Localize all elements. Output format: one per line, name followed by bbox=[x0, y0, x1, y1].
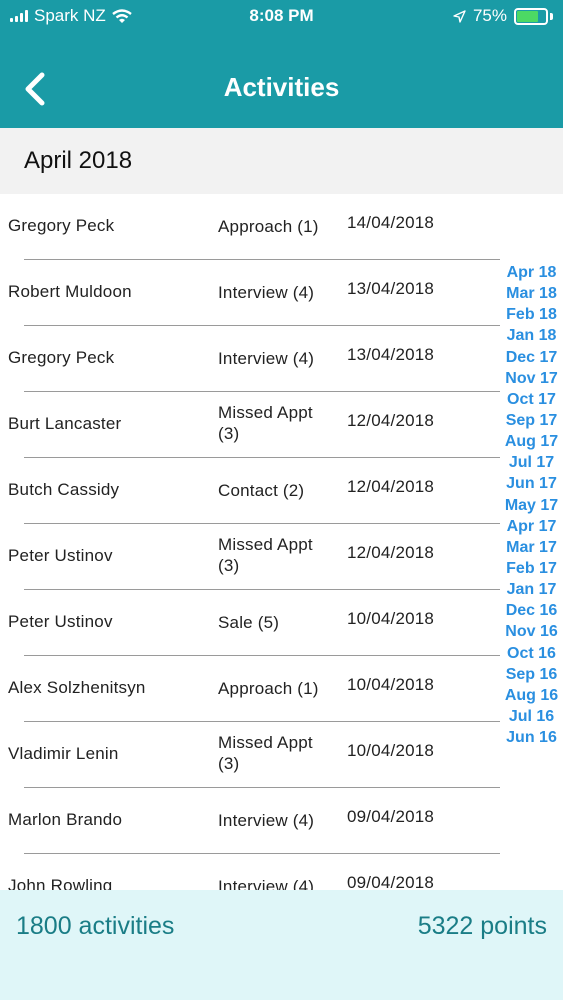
activity-row[interactable]: Gregory Peck Interview (4) 13/04/2018 bbox=[8, 326, 500, 392]
month-index-item[interactable]: Mar 17 bbox=[500, 537, 563, 558]
activity-type: Missed Appt (3) bbox=[218, 535, 313, 575]
summary-footer: 1800 activities 5322 points bbox=[0, 890, 563, 1000]
activity-row[interactable]: Vladimir Lenin Missed Appt (3) 10/04/2018 bbox=[8, 722, 500, 788]
month-index-item[interactable]: Nov 16 bbox=[500, 621, 563, 642]
month-index-item[interactable]: Jun 17 bbox=[500, 473, 563, 494]
activity-date: 13/04/2018 bbox=[347, 279, 435, 298]
month-index-item[interactable]: Aug 17 bbox=[500, 431, 563, 452]
month-index-item[interactable]: Feb 17 bbox=[500, 558, 563, 579]
activity-row[interactable]: Gregory Peck Approach (1) 14/04/2018 bbox=[8, 194, 500, 260]
activity-date: 10/04/2018 bbox=[347, 609, 435, 628]
activity-name: Burt Lancaster bbox=[8, 414, 122, 433]
month-index-item[interactable]: Oct 16 bbox=[500, 643, 563, 664]
activity-row[interactable]: Butch Cassidy Contact (2) 12/04/2018 bbox=[8, 458, 500, 524]
page-title: Activities bbox=[223, 72, 340, 102]
month-index-item[interactable]: Apr 17 bbox=[500, 516, 563, 537]
month-index-item[interactable]: Dec 16 bbox=[500, 600, 563, 621]
month-index-item[interactable]: Oct 17 bbox=[500, 389, 563, 410]
activity-date: 13/04/2018 bbox=[347, 345, 435, 364]
activity-date: 09/04/2018 bbox=[347, 807, 435, 826]
activity-type: Approach (1) bbox=[218, 679, 319, 698]
month-index-item[interactable]: Jan 18 bbox=[500, 325, 563, 346]
activity-name: Alex Solzhenitsyn bbox=[8, 678, 146, 697]
activity-name: Gregory Peck bbox=[8, 216, 115, 235]
activity-date: 09/04/2018 bbox=[347, 873, 435, 890]
activity-name: Peter Ustinov bbox=[8, 612, 113, 631]
status-bar: Spark NZ 8:08 PM 75% bbox=[0, 0, 563, 34]
header-bar: Spark NZ 8:08 PM 75% Activities bbox=[0, 0, 563, 128]
month-index-item[interactable]: Dec 17 bbox=[500, 347, 563, 368]
activity-date: 10/04/2018 bbox=[347, 741, 435, 760]
activity-name: Gregory Peck bbox=[8, 348, 115, 367]
activity-row[interactable]: Marlon Brando Interview (4) 09/04/2018 bbox=[8, 788, 500, 854]
activity-type: Interview (4) bbox=[218, 283, 315, 302]
battery-percent: 75% bbox=[472, 6, 507, 25]
activity-row[interactable]: Alex Solzhenitsyn Approach (1) 10/04/2018 bbox=[8, 656, 500, 722]
activity-type: Interview (4) bbox=[218, 877, 315, 890]
activity-type: Interview (4) bbox=[218, 811, 315, 830]
activity-date: 12/04/2018 bbox=[347, 411, 435, 430]
battery-icon bbox=[514, 7, 548, 25]
month-index-item[interactable]: Nov 17 bbox=[500, 368, 563, 389]
activity-row[interactable]: Robert Muldoon Interview (4) 13/04/2018 bbox=[8, 260, 500, 326]
activity-type: Interview (4) bbox=[218, 349, 315, 368]
activity-row[interactable]: Burt Lancaster Missed Appt (3) 12/04/2018 bbox=[8, 392, 500, 458]
activity-date: 12/04/2018 bbox=[347, 477, 435, 496]
activity-name: John Rowling bbox=[8, 876, 113, 890]
location-arrow-icon bbox=[453, 9, 466, 23]
activity-name: Peter Ustinov bbox=[8, 546, 113, 565]
activity-row[interactable]: Peter Ustinov Missed Appt (3) 12/04/2018 bbox=[8, 524, 500, 590]
month-index-item[interactable]: Feb 18 bbox=[500, 304, 563, 325]
month-index-item[interactable]: Sep 16 bbox=[500, 664, 563, 685]
activity-list[interactable]: Gregory Peck Approach (1) 14/04/2018 Robert… bbox=[0, 194, 500, 890]
activity-row[interactable]: John Rowling Interview (4) 09/04/2018 bbox=[8, 854, 500, 890]
activity-date: 10/04/2018 bbox=[347, 675, 435, 694]
activity-name: Butch Cassidy bbox=[8, 480, 120, 499]
month-index-scrubber[interactable]: Apr 18 Mar 18 Feb 18 Jan 18 Dec 17 Nov 17 Oct … bbox=[500, 262, 563, 748]
points-total: 5322 points bbox=[417, 912, 547, 940]
month-index-item[interactable]: Apr 18 bbox=[500, 262, 563, 283]
activities-count: 1800 activities bbox=[16, 912, 175, 940]
month-index-item[interactable]: Aug 16 bbox=[500, 685, 563, 706]
month-index-item[interactable]: Sep 17 bbox=[500, 410, 563, 431]
status-right-group: 75% bbox=[453, 6, 553, 26]
activity-type: Approach (1) bbox=[218, 217, 319, 236]
battery-tip bbox=[550, 12, 553, 20]
month-index-item[interactable]: Jan 17 bbox=[500, 579, 563, 600]
month-index-item[interactable]: Mar 18 bbox=[500, 283, 563, 304]
month-label: April 2018 bbox=[24, 147, 133, 174]
activity-name: Marlon Brando bbox=[8, 810, 123, 829]
month-index-item[interactable]: May 17 bbox=[500, 495, 563, 516]
activity-name: Robert Muldoon bbox=[8, 282, 132, 301]
activity-type: Missed Appt (3) bbox=[218, 403, 313, 443]
activity-row[interactable]: Peter Ustinov Sale (5) 10/04/2018 bbox=[8, 590, 500, 656]
month-index-item[interactable]: Jul 16 bbox=[500, 706, 563, 727]
activity-type: Sale (5) bbox=[218, 613, 280, 632]
activity-type: Contact (2) bbox=[218, 481, 305, 500]
month-section-header: April 2018 bbox=[0, 128, 563, 194]
activity-type: Missed Appt (3) bbox=[218, 733, 313, 773]
month-index-item[interactable]: Jul 17 bbox=[500, 452, 563, 473]
activity-date: 12/04/2018 bbox=[347, 543, 435, 562]
activity-date: 14/04/2018 bbox=[347, 213, 435, 232]
activity-name: Vladimir Lenin bbox=[8, 744, 119, 763]
month-index-item[interactable]: Jun 16 bbox=[500, 727, 563, 748]
